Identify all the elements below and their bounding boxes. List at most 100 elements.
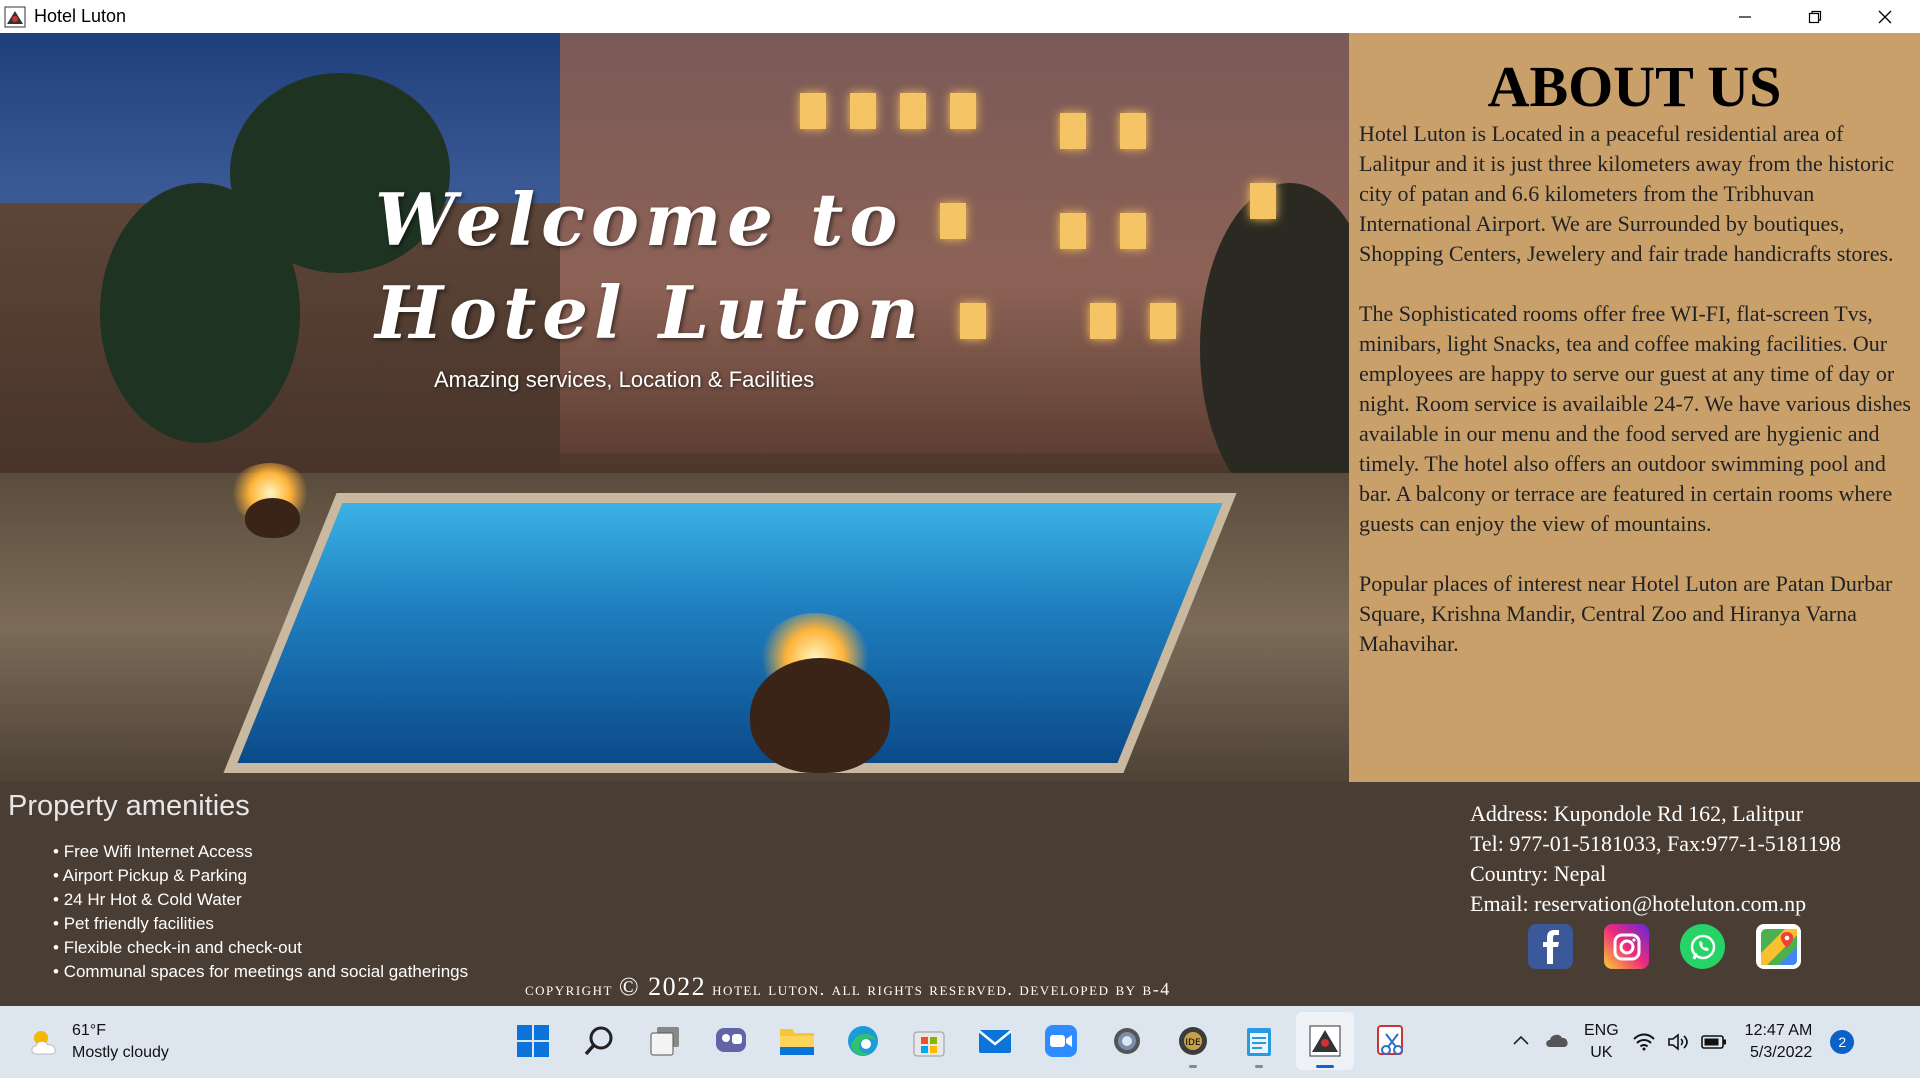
hero-window (900, 93, 926, 129)
gear-icon (1114, 1028, 1140, 1054)
snipping-tool-button[interactable] (1362, 1012, 1420, 1070)
copyright-year: © 2022 (618, 972, 707, 1001)
clock-date: 5/3/2022 (1750, 1044, 1813, 1061)
search-button[interactable] (570, 1012, 628, 1070)
task-view-button[interactable] (636, 1012, 694, 1070)
hero-window (940, 203, 966, 239)
hero-pool (223, 493, 1237, 773)
close-button[interactable] (1850, 0, 1920, 33)
footer: Property amenities Free Wifi Internet Ac… (0, 782, 1920, 1006)
window-titlebar: Hotel Luton (0, 0, 1920, 33)
running-indicator (1189, 1065, 1197, 1068)
quick-settings-button[interactable] (1632, 1033, 1727, 1051)
whatsapp-icon[interactable] (1680, 924, 1725, 969)
minimize-icon (1739, 15, 1751, 18)
contact-info: Address: Kupondole Rd 162, Lalitpur Tel:… (1470, 799, 1841, 919)
onedrive-button[interactable] (1544, 1032, 1570, 1053)
hero-window (1120, 213, 1146, 249)
about-paragraph: Popular places of interest near Hotel Lu… (1359, 571, 1893, 656)
show-hidden-icons-button[interactable] (1512, 1033, 1530, 1051)
amenity-item: Flexible check-in and check-out (64, 936, 468, 960)
hero-window (800, 93, 826, 129)
hero-window (850, 93, 876, 129)
instagram-icon[interactable] (1604, 924, 1649, 969)
weather-widget[interactable]: 61°F Mostly cloudy (28, 1020, 169, 1064)
store-icon (913, 1031, 945, 1057)
about-panel: ABOUT US Hotel Luton is Located in a pea… (1349, 33, 1920, 782)
zoom-button[interactable] (1032, 1012, 1090, 1070)
contact-country: Country: Nepal (1470, 861, 1607, 886)
amenity-item: Free Wifi Internet Access (64, 840, 468, 864)
hero-title: Welcome to Hotel Luton (375, 173, 925, 359)
edge-button[interactable] (834, 1012, 892, 1070)
contact-phone: Tel: 977-01-5181033, Fax:977-1-5181198 (1470, 831, 1841, 856)
search-icon (584, 1026, 613, 1056)
cloud-icon (1546, 1034, 1568, 1047)
hero-title-line2: Hotel Luton (375, 270, 926, 355)
battery-icon (1700, 1035, 1726, 1049)
windows-icon (517, 1025, 549, 1057)
hero-window (1250, 183, 1276, 219)
taskbar-apps: IDE (504, 1012, 1420, 1070)
weather-temp: 61°F (72, 1022, 106, 1039)
close-icon (1878, 10, 1892, 23)
language-code: ENG (1584, 1022, 1619, 1039)
chat-button[interactable] (702, 1012, 760, 1070)
store-button[interactable] (900, 1012, 958, 1070)
hero-window (1060, 113, 1086, 149)
taskbar: 61°F Mostly cloudy IDE ENG UK 12:47 AM 5… (0, 1006, 1920, 1078)
speaker-icon (1667, 1033, 1688, 1051)
app-icon (4, 6, 26, 28)
about-paragraph: The Sophisticated rooms offer free WI-FI… (1359, 301, 1911, 536)
about-heading: ABOUT US (1487, 54, 1782, 119)
facebook-icon[interactable] (1528, 924, 1573, 969)
chat-icon (716, 1028, 746, 1052)
notepad-button[interactable] (1230, 1012, 1288, 1070)
notepad-icon (1247, 1028, 1271, 1056)
hero-window (950, 93, 976, 129)
folder-icon (780, 1029, 814, 1055)
maps-icon[interactable] (1756, 924, 1801, 969)
amenity-item: 24 Hr Hot & Cold Water (64, 888, 468, 912)
hero-window (1150, 303, 1176, 339)
clock[interactable]: 12:47 AM 5/3/2022 (1745, 1020, 1813, 1064)
code-ide-icon: IDE (1179, 1027, 1207, 1055)
window-title: Hotel Luton (34, 6, 127, 26)
mail-icon (978, 1030, 1012, 1053)
hero-subtitle: Amazing services, Location & Facilities (434, 367, 815, 392)
amenities-list: Free Wifi Internet Access Airport Pickup… (63, 840, 468, 984)
snipping-tool-icon (1377, 1025, 1403, 1055)
task-view-icon (650, 1027, 679, 1056)
file-explorer-button[interactable] (768, 1012, 826, 1070)
dev-tool-button[interactable]: IDE (1164, 1012, 1222, 1070)
hero-pot (245, 498, 300, 538)
hero-tree (100, 183, 300, 443)
hotel-luton-app-icon (1309, 1025, 1341, 1057)
settings-button[interactable] (1098, 1012, 1156, 1070)
cloudy-weather-icon (31, 1031, 56, 1055)
about-paragraph: Hotel Luton is Located in a peaceful res… (1359, 121, 1895, 266)
language-indicator[interactable]: ENG UK (1584, 1020, 1619, 1064)
system-tray: ENG UK 12:47 AM 5/3/2022 2 (1512, 1006, 1855, 1078)
contact-email: Email: reservation@hoteluton.com.np (1470, 891, 1807, 916)
weather-desc: Mostly cloudy (72, 1044, 169, 1061)
contact-address: Address: Kupondole Rd 162, Lalitpur (1470, 801, 1804, 826)
zoom-icon (1045, 1025, 1077, 1057)
svg-text:IDE: IDE (1185, 1038, 1201, 1048)
copyright-suffix: hotel luton. all rights reserved. develo… (712, 979, 1171, 999)
amenity-item: Communal spaces for meetings and social … (64, 960, 468, 984)
mail-button[interactable] (966, 1012, 1024, 1070)
hero-pot (750, 658, 890, 773)
restore-icon (1808, 10, 1822, 23)
minimize-button[interactable] (1710, 0, 1780, 33)
restore-button[interactable] (1780, 0, 1850, 33)
start-button[interactable] (504, 1012, 562, 1070)
language-region: UK (1590, 1044, 1613, 1061)
hotel-luton-app-button[interactable] (1296, 1012, 1354, 1070)
copyright-prefix: copyright (525, 979, 613, 999)
chevron-up-icon (1513, 1035, 1529, 1045)
hero-banner: Welcome to Hotel Luton Amazing services,… (0, 33, 1349, 782)
notification-badge[interactable]: 2 (1830, 1030, 1855, 1054)
wifi-icon (1632, 1033, 1655, 1051)
hero-window (1060, 213, 1086, 249)
